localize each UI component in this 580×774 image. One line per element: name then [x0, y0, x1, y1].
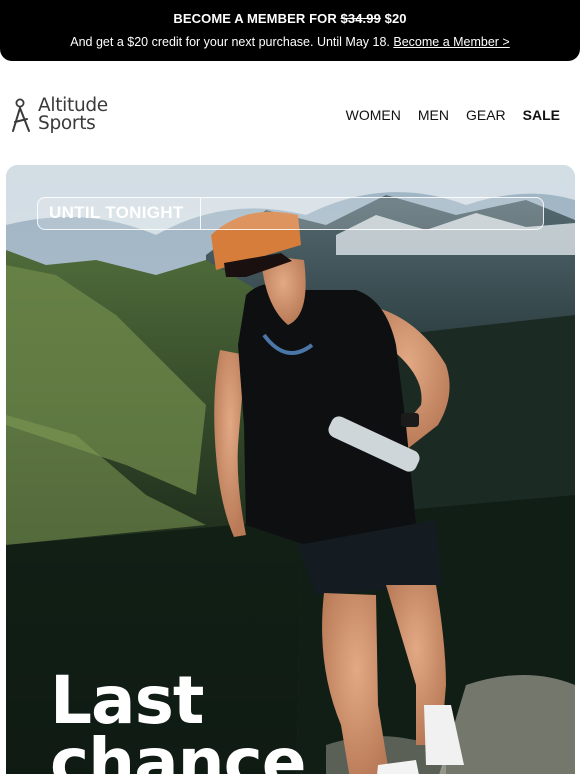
member-promo-banner: BECOME A MEMBER FOR $34.99 $20 And get a…	[0, 0, 580, 61]
runner-figure-icon	[12, 98, 30, 132]
promo-headline: BECOME A MEMBER FOR $34.99 $20	[0, 11, 580, 26]
hero-title: Last chance	[50, 662, 307, 774]
main-nav: WOMEN MEN GEAR SALE	[346, 107, 560, 123]
brand-wordmark: Altitude Sports	[38, 96, 108, 134]
hero-banner[interactable]: UNTIL TONIGHT Last chance	[6, 165, 575, 774]
hero-title-line1: Last	[50, 662, 204, 739]
become-member-link[interactable]: Become a Member >	[393, 35, 509, 49]
brand-logo[interactable]: Altitude Sports	[11, 96, 121, 134]
nav-item-sale[interactable]: SALE	[523, 107, 560, 123]
promo-headline-prefix: BECOME A MEMBER FOR	[173, 11, 341, 26]
nav-item-women[interactable]: WOMEN	[346, 107, 401, 123]
promo-subtext-body: And get a $20 credit for your next purch…	[70, 35, 394, 49]
countdown-label: UNTIL TONIGHT	[38, 198, 201, 229]
hero-title-line2: chance	[50, 724, 307, 774]
new-price: $20	[380, 11, 407, 26]
countdown-bar: UNTIL TONIGHT	[37, 197, 544, 230]
brand-name-line2: Sports	[38, 113, 96, 134]
nav-item-men[interactable]: MEN	[418, 107, 449, 123]
promo-subtext: And get a $20 credit for your next purch…	[0, 35, 580, 49]
old-price: $34.99	[340, 11, 381, 26]
nav-item-gear[interactable]: GEAR	[466, 107, 506, 123]
